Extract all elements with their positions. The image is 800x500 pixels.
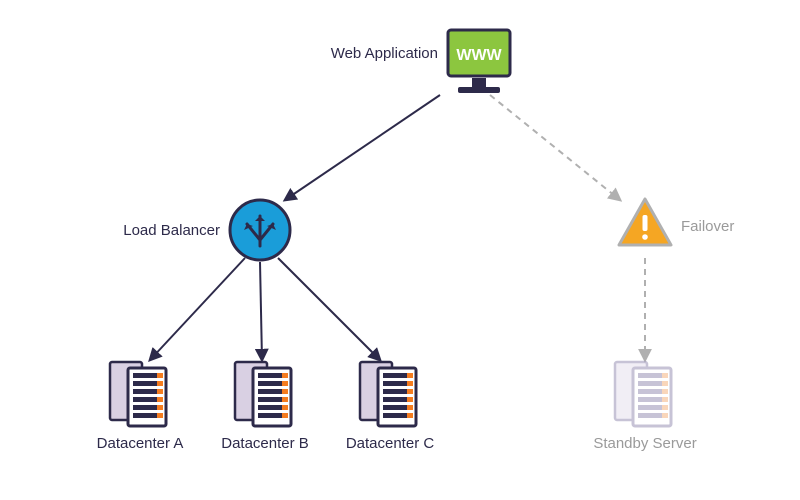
failover-label: Failover (681, 218, 734, 235)
web-application-node: WWW Web Application (331, 30, 510, 93)
warning-icon (619, 199, 671, 245)
edge-lb-dca (150, 258, 245, 360)
load-balancer-node: Load Balancer (123, 200, 290, 260)
datacenter-b-node: Datacenter B (221, 362, 309, 452)
server-rack-icon (360, 362, 416, 426)
datacenter-c-node: Datacenter C (346, 362, 435, 452)
standby-server-node: Standby Server (593, 362, 696, 452)
edges (150, 95, 645, 360)
load-balancer-icon (230, 200, 290, 260)
datacenter-b-label: Datacenter B (221, 435, 309, 452)
datacenter-c-label: Datacenter C (346, 435, 435, 452)
edge-lb-dcb (260, 262, 262, 360)
load-balancer-label: Load Balancer (123, 222, 220, 239)
monitor-icon: WWW (448, 30, 510, 93)
datacenter-a-node: Datacenter A (97, 362, 184, 452)
architecture-diagram: WWW Web Application Load Balancer Failov… (0, 0, 800, 500)
failover-node: Failover (619, 199, 734, 245)
edge-webapp-failover (490, 95, 620, 200)
server-rack-icon (235, 362, 291, 426)
standby-server-label: Standby Server (593, 435, 696, 452)
datacenter-a-label: Datacenter A (97, 435, 184, 452)
monitor-screen-text: WWW (456, 47, 502, 64)
edge-webapp-loadbalancer (285, 95, 440, 200)
web-application-label: Web Application (331, 45, 438, 62)
server-rack-icon (615, 362, 671, 426)
server-rack-icon (110, 362, 166, 426)
edge-lb-dcc (278, 258, 380, 360)
